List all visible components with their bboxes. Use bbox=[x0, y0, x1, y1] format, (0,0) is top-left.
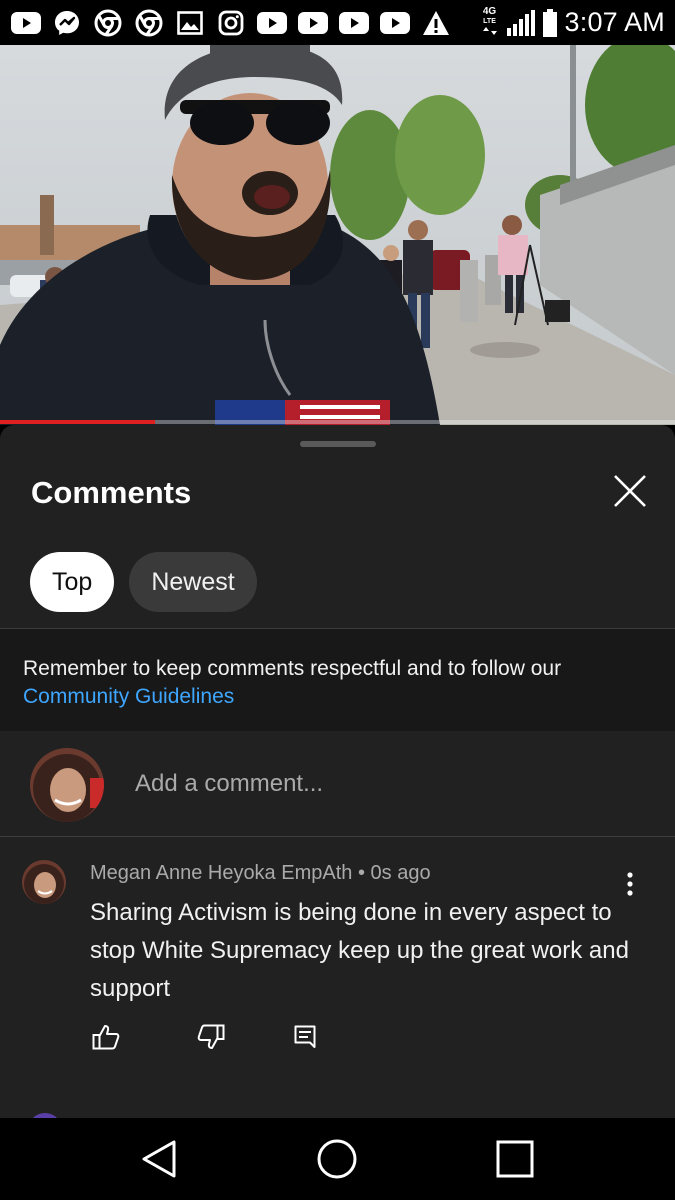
warning-icon bbox=[420, 9, 452, 37]
notification-icons bbox=[10, 9, 452, 37]
guidelines-text: Remember to keep comments respectful and… bbox=[23, 657, 562, 680]
chip-newest[interactable]: Newest bbox=[129, 552, 257, 612]
comment-author[interactable]: Megan Anne Heyoka EmpAth bbox=[90, 862, 352, 884]
chrome-icon bbox=[92, 9, 124, 37]
back-triangle-icon bbox=[142, 1140, 176, 1178]
battery-icon bbox=[542, 8, 557, 37]
back-button[interactable] bbox=[136, 1136, 182, 1182]
youtube-icon bbox=[338, 9, 370, 37]
guidelines-banner: Remember to keep comments respectful and… bbox=[0, 629, 675, 731]
sort-chips: Top Newest bbox=[30, 552, 257, 612]
comment-time: 0s ago bbox=[370, 862, 431, 884]
dislike-button[interactable] bbox=[195, 1021, 227, 1053]
youtube-icon bbox=[297, 9, 329, 37]
reply-icon bbox=[294, 1025, 316, 1048]
comments-title: Comments bbox=[31, 475, 192, 510]
signal-icon bbox=[506, 9, 535, 36]
instagram-icon bbox=[215, 9, 247, 37]
messenger-icon bbox=[51, 9, 83, 37]
youtube-icon bbox=[10, 9, 42, 37]
comment-text: Sharing Activism is being done in every … bbox=[90, 899, 629, 1002]
video-progress-fill bbox=[0, 420, 156, 424]
video-player[interactable] bbox=[0, 45, 675, 425]
recents-button[interactable] bbox=[492, 1136, 538, 1182]
gallery-icon bbox=[174, 9, 206, 37]
network-label: 4G bbox=[482, 6, 497, 17]
network-type: 4G LTE bbox=[481, 7, 499, 38]
home-circle-icon bbox=[317, 1139, 357, 1179]
video-progress-bar[interactable] bbox=[0, 420, 675, 424]
divider bbox=[0, 836, 675, 837]
status-indicators: 4G LTE 3:07 AM bbox=[481, 7, 665, 38]
comment-actions bbox=[90, 1021, 321, 1053]
user-avatar bbox=[30, 748, 104, 822]
comment-author-avatar[interactable] bbox=[22, 860, 66, 904]
more-vert-icon bbox=[627, 872, 633, 896]
like-button[interactable] bbox=[90, 1021, 122, 1053]
reply-button[interactable] bbox=[289, 1021, 321, 1053]
community-guidelines-link[interactable]: Community Guidelines bbox=[23, 683, 653, 711]
clock: 3:07 AM bbox=[564, 7, 665, 37]
comment-meta: Megan Anne Heyoka EmpAth • 0s ago bbox=[90, 862, 431, 885]
close-icon bbox=[614, 475, 646, 507]
thumbs-down-icon bbox=[197, 1024, 225, 1049]
meta-separator: • bbox=[357, 862, 365, 884]
video-frame bbox=[0, 45, 675, 425]
home-button[interactable] bbox=[314, 1136, 360, 1182]
chip-top[interactable]: Top bbox=[30, 552, 115, 612]
add-comment-row[interactable]: Add a comment... bbox=[0, 732, 675, 836]
network-sub-label: LTE bbox=[483, 18, 496, 25]
system-nav-bar bbox=[0, 1118, 675, 1200]
close-button[interactable] bbox=[608, 469, 652, 513]
comments-sheet: Comments Top Newest Remember to keep com… bbox=[0, 425, 675, 1118]
youtube-icon bbox=[379, 9, 411, 37]
add-comment-input[interactable]: Add a comment... bbox=[135, 770, 323, 798]
comment-item: Megan Anne Heyoka EmpAth • 0s ago Sharin… bbox=[0, 838, 675, 1098]
youtube-icon bbox=[256, 9, 288, 37]
drag-handle[interactable] bbox=[300, 441, 376, 447]
data-arrows-icon bbox=[482, 27, 497, 35]
status-bar: 4G LTE 3:07 AM bbox=[0, 0, 675, 45]
recents-square-icon bbox=[496, 1140, 534, 1178]
thumbs-up-icon bbox=[92, 1025, 120, 1050]
chrome-icon bbox=[133, 9, 165, 37]
